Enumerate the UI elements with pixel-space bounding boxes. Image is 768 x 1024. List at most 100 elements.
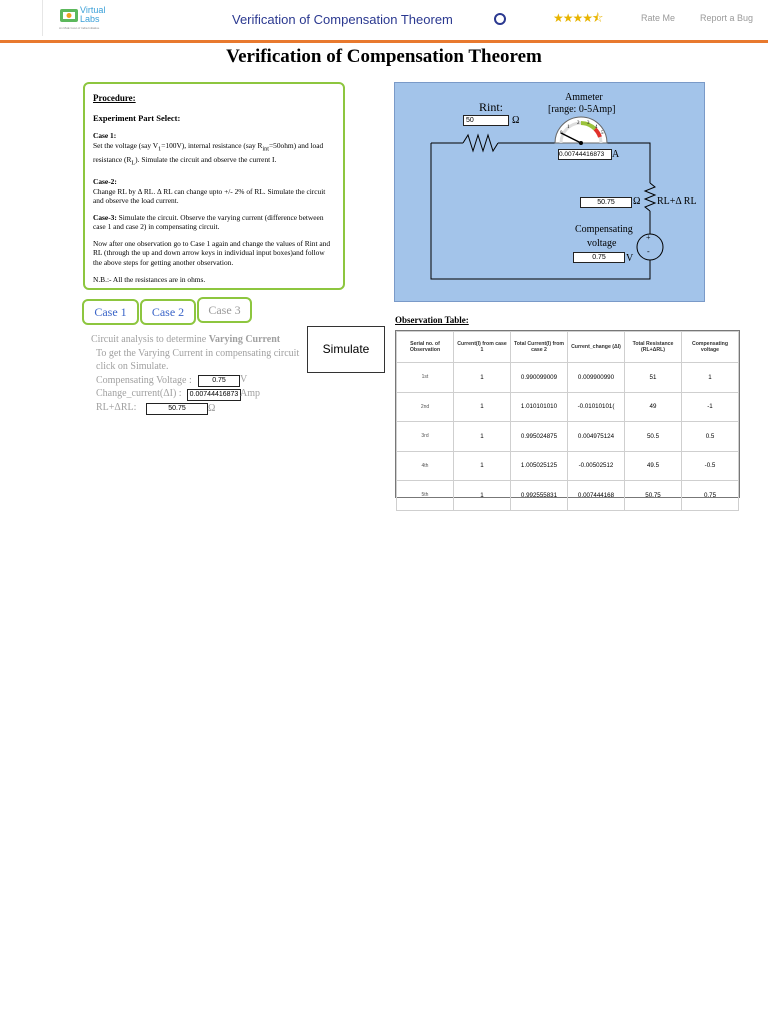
table-cell: 50.75 [624, 480, 682, 511]
comp-voltage-label: Compensating Voltage : [96, 374, 192, 386]
case1-text: Set the voltage (say V1=100V), internal … [93, 140, 324, 167]
circuit-wires [430, 116, 664, 280]
comp-voltage-circuit-unit: V [626, 253, 634, 264]
table-cell: 1 [453, 362, 511, 393]
ammeter-unit: A [612, 149, 620, 160]
case2-heading: Case-2: [93, 176, 117, 186]
rint-label: Rint: [479, 100, 504, 114]
table-cell: 49.5 [624, 450, 682, 481]
logo-text: Virtual Labs [80, 5, 106, 24]
col-total-resistance: Total Resistance (RL+ΔRL) [624, 331, 682, 363]
rl-circuit-input[interactable]: 50.75 [580, 197, 632, 208]
simulate-button[interactable]: Simulate [307, 326, 385, 373]
change-current-input[interactable]: 0.00744416873 [187, 389, 241, 401]
rl-circuit-label: RL+Δ RL [657, 196, 697, 207]
rint-resistor-icon [462, 133, 499, 153]
col-current-case1: Current(I) from case 1 [453, 331, 511, 363]
case3-heading: Circuit analysis to determine Varying Cu… [91, 334, 281, 345]
comp-voltage-input[interactable]: 0.75 [198, 375, 240, 387]
comp-voltage-title-2: voltage [587, 238, 617, 249]
case3-instruction: To get the Varying Current in compensati… [96, 347, 300, 359]
table-cell: -1 [681, 391, 739, 422]
table-cell: 1 [453, 450, 511, 481]
table-cell: 1st [396, 362, 454, 393]
table-cell: 0.007444168 [567, 480, 625, 511]
rl-input[interactable]: 50.75 [146, 403, 208, 415]
table-cell: 0.995024875 [510, 421, 568, 452]
comp-voltage-title: Compensating [575, 224, 633, 235]
table-cell: 1 [453, 480, 511, 511]
rl-resistor-icon [643, 182, 657, 212]
case3-panel: Circuit analysis to determine Varying Cu… [91, 333, 299, 414]
table-row: 4th 1 1.005025125 -0.00502512 49.5 -0.5 [396, 450, 739, 481]
table-row: 5th 1 0.992555831 0.007444168 50.75 0.75 [396, 480, 739, 511]
tab-case-3[interactable]: Case 3 [197, 297, 252, 323]
table-row: 1st 1 0.990099009 0.009900990 51 1 [396, 362, 739, 393]
case1-heading: Case 1: [93, 131, 117, 141]
table-cell: 1 [453, 421, 511, 452]
col-serial: Serial no. of Observation [396, 331, 454, 363]
table-cell: 1 [681, 362, 739, 393]
table-cell: 1 [453, 391, 511, 422]
ammeter-range: [range: 0-5Amp] [548, 104, 616, 115]
table-cell: 0.004975124 [567, 421, 625, 452]
virtual-labs-logo[interactable]: Virtual Labs An MoE Govt of India Initia… [42, 0, 123, 36]
header-title: Verification of Compensation Theorem [232, 12, 453, 27]
table-cell: 2nd [396, 391, 454, 422]
table-cell: 4th [396, 450, 454, 481]
table-cell: 0.009900990 [567, 362, 625, 393]
table-cell: 0.75 [681, 480, 739, 511]
change-current-unit: Amp [240, 388, 260, 399]
dial-tick-0: 0 [560, 131, 563, 136]
logo-icon [60, 9, 78, 22]
table-cell: 1.010101010 [510, 391, 568, 422]
dial-tick-4: 4 [595, 125, 598, 130]
table-row: 3rd 1 0.995024875 0.004975124 50.5 0.5 [396, 421, 739, 452]
top-navbar: Virtual Labs An MoE Govt of India Initia… [0, 0, 768, 43]
tab-case-2[interactable]: Case 2 [140, 299, 196, 325]
institute-emblem-icon [494, 13, 506, 25]
col-comp-voltage: Compensating voltage [681, 331, 739, 363]
rint-unit: Ω [512, 115, 520, 126]
table-cell: -0.00502512 [567, 450, 625, 481]
observation-table: Serial no. of Observation Current(I) fro… [395, 330, 740, 511]
case2-text: Change RL by Δ RL. Δ RL can change upto … [93, 186, 326, 206]
table-cell: 5th [396, 480, 454, 511]
col-current-case2: Total Current(I) from case 2 [510, 331, 568, 363]
table-cell: 0.990099009 [510, 362, 568, 393]
procedure-panel: Procedure: Experiment Part Select: Case … [83, 82, 345, 290]
table-cell: 50.5 [624, 421, 682, 452]
report-bug-link[interactable]: Report a Bug [700, 13, 753, 23]
table-cell: -0.01010101( [567, 391, 625, 422]
case3-instruction-2: click on Simulate. [96, 361, 169, 372]
dial-tick-1: 1 [567, 125, 570, 130]
resistance-note: N.B.:- All the resistances are in ohms. [93, 274, 206, 284]
comp-voltage-unit: V [240, 374, 248, 385]
rl-circuit-unit: Ω [633, 196, 641, 207]
table-cell: 0.5 [681, 421, 739, 452]
table-cell: 0.992555831 [510, 480, 568, 511]
dial-tick-3: 3 [587, 121, 590, 126]
table-row: 2nd 1 1.010101010 -0.01010101( 49 -1 [396, 391, 739, 422]
dial-tick-5: 5 [601, 131, 604, 136]
table-header-row: Serial no. of Observation Current(I) fro… [396, 331, 739, 363]
case3-text: Case-3: Simulate the circuit. Observe th… [93, 212, 324, 232]
ammeter-reading: 0.00744416873 [558, 149, 612, 160]
source-minus-sign: - [647, 247, 650, 256]
ammeter-title: Ammeter [565, 92, 603, 103]
tab-case-1[interactable]: Case 1 [82, 299, 139, 325]
comp-voltage-circuit-input[interactable]: 0.75 [573, 252, 625, 263]
table-cell: -0.5 [681, 450, 739, 481]
procedure-title: Procedure: [93, 93, 136, 103]
logo-tagline: An MoE Govt of India Initiative [59, 26, 100, 30]
page-title: Verification of Compensation Theorem [226, 46, 542, 67]
source-plus-sign: + [646, 233, 651, 242]
rint-input[interactable]: 50 [463, 115, 509, 126]
table-cell: 1.005025125 [510, 450, 568, 481]
observation-table-title: Observation Table: [395, 315, 469, 325]
procedure-note: Now after one observation go to Case 1 a… [93, 238, 331, 268]
rate-me-link[interactable]: Rate Me [641, 13, 675, 23]
rating-stars[interactable]: ★★★★⯪ [553, 9, 603, 30]
table-cell: 3rd [396, 421, 454, 452]
table-cell: 51 [624, 362, 682, 393]
